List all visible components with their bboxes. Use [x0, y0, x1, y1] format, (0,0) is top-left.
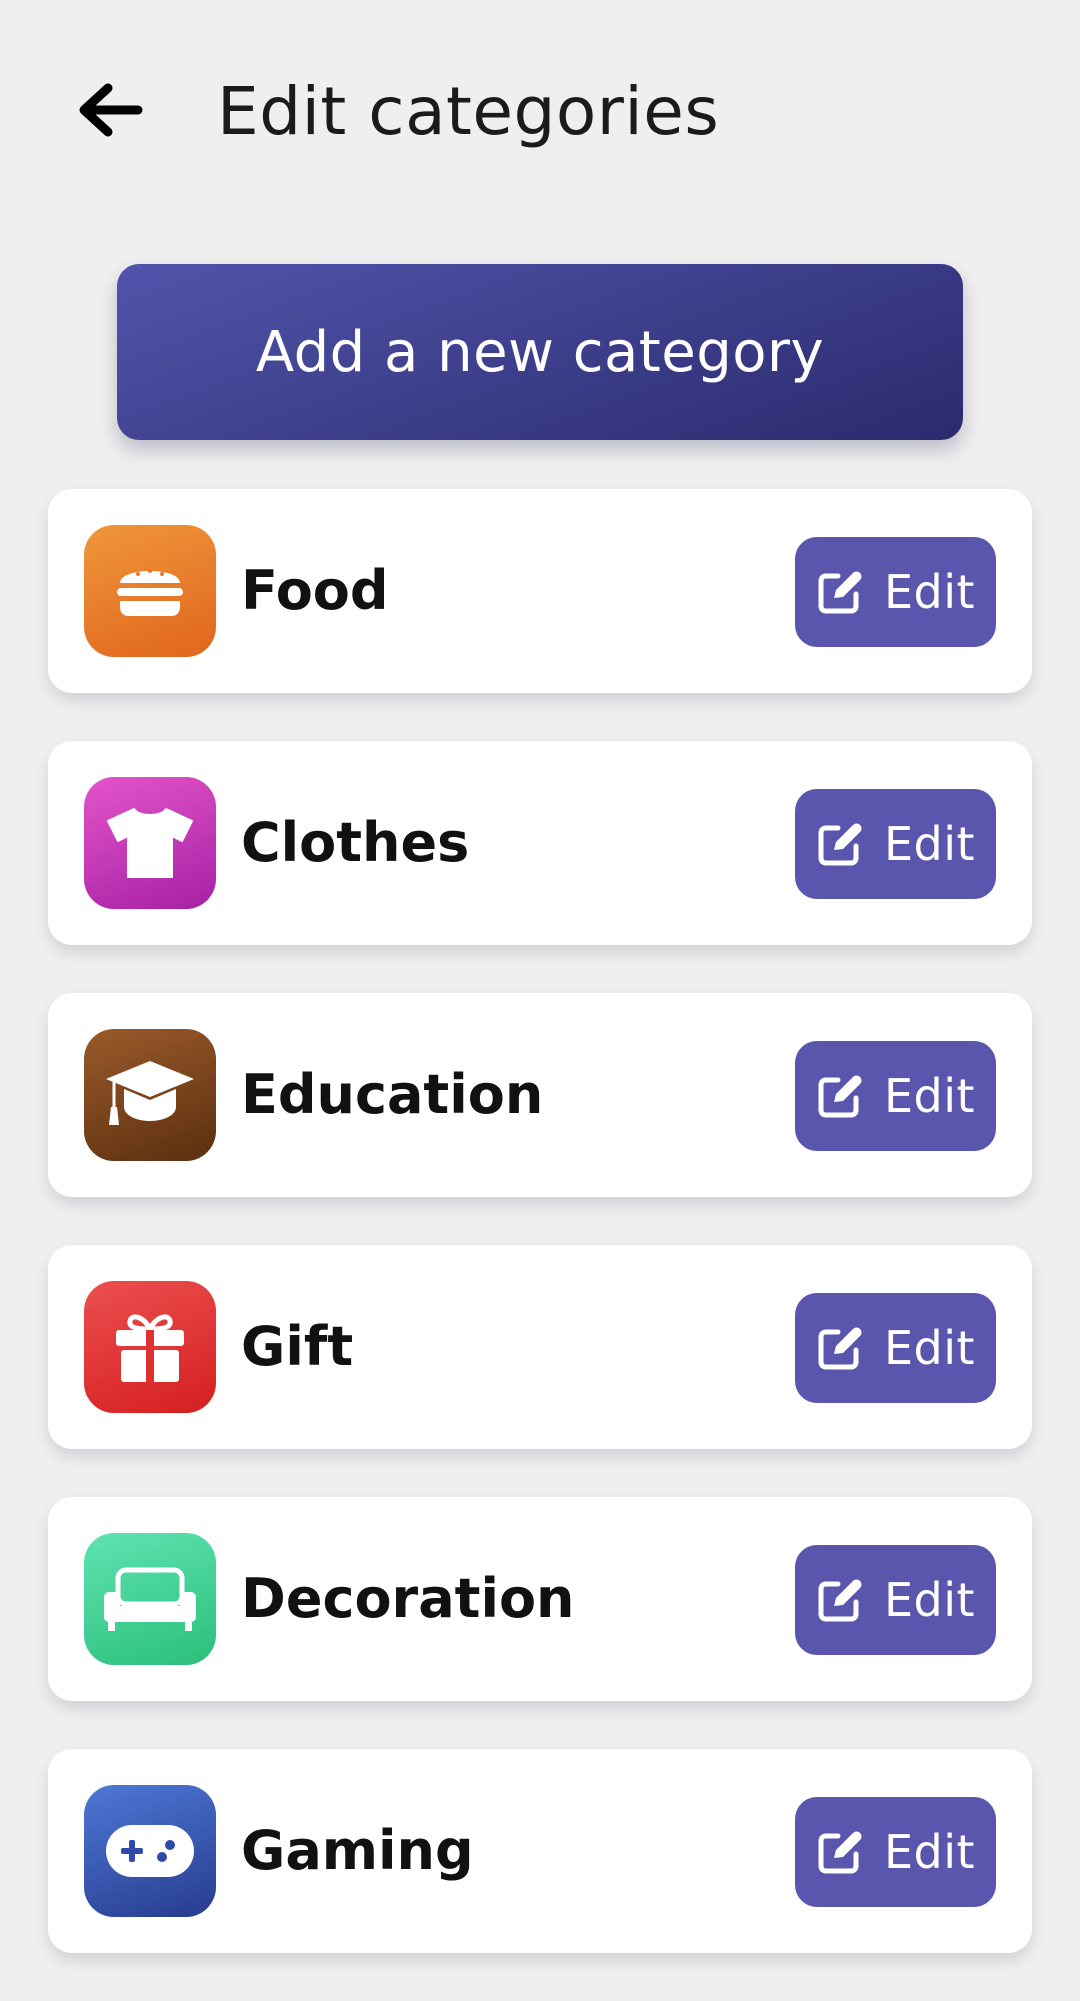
app-header: Edit categories: [0, 0, 1080, 230]
category-icon-tile: [84, 1785, 216, 1917]
category-name: Decoration: [241, 1567, 575, 1630]
category-icon-tile: [84, 525, 216, 657]
edit-label: Edit: [883, 817, 976, 871]
gamepad-icon: [106, 1825, 194, 1877]
category-icon-tile: [84, 777, 216, 909]
edit-button-decoration[interactable]: Edit: [795, 1545, 996, 1655]
edit-label: Edit: [883, 1069, 976, 1123]
back-button[interactable]: [70, 70, 150, 150]
edit-label: Edit: [883, 1825, 976, 1879]
category-name: Gift: [241, 1315, 354, 1378]
graduation-cap-icon: [106, 1061, 194, 1125]
category-list: Food Edit Clothes Edit Education Edit Gi…: [48, 489, 1032, 2001]
category-name: Education: [241, 1063, 544, 1126]
edit-label: Edit: [883, 565, 976, 619]
edit-icon: [816, 1828, 864, 1876]
page-title: Edit categories: [217, 73, 720, 150]
edit-button-clothes[interactable]: Edit: [795, 789, 996, 899]
category-item-gift: Gift Edit: [48, 1245, 1032, 1449]
edit-icon: [816, 568, 864, 616]
edit-icon: [816, 1576, 864, 1624]
add-category-button[interactable]: Add a new category: [117, 264, 963, 440]
category-item-food: Food Edit: [48, 489, 1032, 693]
category-item-decoration: Decoration Edit: [48, 1497, 1032, 1701]
edit-button-food[interactable]: Edit: [795, 537, 996, 647]
edit-label: Edit: [883, 1321, 976, 1375]
category-icon-tile: [84, 1281, 216, 1413]
edit-button-gaming[interactable]: Edit: [795, 1797, 996, 1907]
category-icon-tile: [84, 1029, 216, 1161]
category-item-clothes: Clothes Edit: [48, 741, 1032, 945]
hamburger-icon: [117, 569, 183, 616]
edit-button-gift[interactable]: Edit: [795, 1293, 996, 1403]
category-item-education: Education Edit: [48, 993, 1032, 1197]
category-name: Food: [241, 559, 389, 622]
edit-button-education[interactable]: Edit: [795, 1041, 996, 1151]
arrow-left-icon: [79, 83, 143, 137]
category-name: Clothes: [241, 811, 470, 874]
edit-icon: [816, 1324, 864, 1372]
edit-label: Edit: [883, 1573, 976, 1627]
category-icon-tile: [84, 1533, 216, 1665]
category-item-gaming: Gaming Edit: [48, 1749, 1032, 1953]
gift-icon: [116, 1314, 184, 1382]
category-name: Gaming: [241, 1819, 474, 1882]
edit-icon: [816, 820, 864, 868]
tshirt-icon: [107, 808, 193, 878]
edit-icon: [816, 1072, 864, 1120]
sofa-icon: [104, 1567, 196, 1631]
